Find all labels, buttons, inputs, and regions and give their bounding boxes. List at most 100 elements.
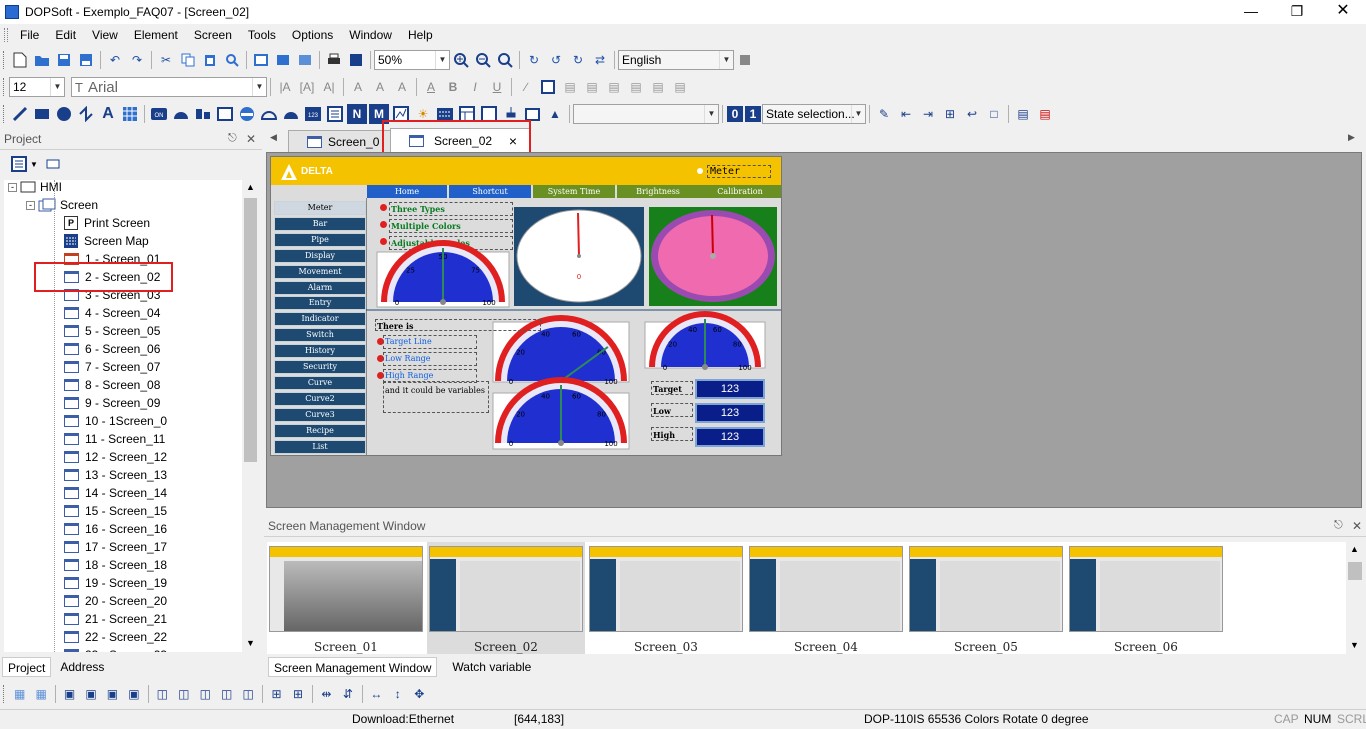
tree-node-screen-item[interactable]: 5 - Screen_05 — [64, 322, 160, 340]
tab-address[interactable]: Address — [55, 657, 109, 677]
undo-icon[interactable]: ↶ — [105, 50, 125, 70]
tree-node-screen-item[interactable]: 17 - Screen_17 — [64, 538, 167, 556]
paste-icon[interactable] — [200, 50, 220, 70]
rotate-icon[interactable]: ↻ — [524, 50, 544, 70]
bar-tool-icon[interactable] — [193, 104, 213, 124]
close-button[interactable]: ✕ — [1320, 0, 1366, 24]
rectangle-tool-icon[interactable] — [32, 104, 52, 124]
align-left-icon[interactable]: ▤ — [560, 77, 580, 97]
space-vertical-icon[interactable]: ⇵ — [338, 684, 357, 704]
menu-view[interactable]: View — [84, 25, 126, 45]
menu-tools[interactable]: Tools — [240, 25, 284, 45]
about-icon[interactable] — [346, 50, 366, 70]
group-icon[interactable]: ▦ — [10, 684, 29, 704]
state-0-button[interactable]: 0 — [727, 106, 743, 122]
graph-tool-icon[interactable] — [259, 104, 279, 124]
align-right-icon[interactable]: ◫ — [196, 684, 215, 704]
stop-transfer-icon[interactable]: ▤ — [1035, 104, 1055, 124]
tree-node-screen[interactable]: - Screen — [26, 196, 98, 214]
text-bottom-icon[interactable]: A — [392, 77, 412, 97]
screen-thumbnail[interactable]: Screen_03 — [587, 542, 745, 654]
text-middle-icon[interactable]: A — [370, 77, 390, 97]
bold-icon[interactable]: B — [443, 77, 463, 97]
tree-node-screen-map[interactable]: Screen Map — [64, 232, 149, 250]
screen-thumbnail[interactable]: Screen_01 — [267, 542, 425, 654]
find-icon[interactable] — [222, 50, 242, 70]
tree-node-screen-item[interactable]: 22 - Screen_22 — [64, 628, 167, 646]
tree-node-screen-item[interactable]: 23 - Screen_23 — [64, 646, 167, 652]
same-height-icon[interactable]: ↕ — [388, 684, 407, 704]
zoom-select[interactable]: 50% ▼ — [374, 50, 450, 70]
pin-icon[interactable]: ⎋ — [228, 132, 237, 145]
align-bottom-icon[interactable]: ▤ — [670, 77, 690, 97]
state-1-button[interactable]: 1 — [745, 106, 761, 122]
scroll-up-icon[interactable]: ▲ — [1350, 544, 1359, 554]
align-right-icon[interactable]: ▤ — [604, 77, 624, 97]
font-color-icon[interactable]: A — [421, 77, 441, 97]
tree-node-screen-item[interactable]: 18 - Screen_18 — [64, 556, 167, 574]
tree-node-print-screen[interactable]: P Print Screen — [64, 214, 150, 232]
cut-icon[interactable]: ✂ — [156, 50, 176, 70]
menu-element[interactable]: Element — [126, 25, 186, 45]
state-select[interactable]: State selection... ▼ — [762, 104, 866, 124]
scroll-up-icon[interactable]: ▲ — [246, 182, 255, 192]
font-name-select[interactable]: T Arial ▼ — [71, 77, 267, 97]
zoom-fit-icon[interactable] — [495, 50, 515, 70]
tree-node-screen-item[interactable]: 14 - Screen_14 — [64, 484, 167, 502]
scroll-thumb[interactable] — [1348, 562, 1362, 580]
screen-properties-icon[interactable] — [251, 50, 271, 70]
language-settings-icon[interactable] — [735, 50, 755, 70]
zoom-out-icon[interactable] — [473, 50, 493, 70]
align-vcenter-icon[interactable]: ◫ — [238, 684, 257, 704]
table-tool-icon[interactable] — [120, 104, 140, 124]
low-value-display[interactable]: 123 — [695, 403, 765, 423]
compile-icon[interactable] — [273, 50, 293, 70]
back-icon[interactable]: ↩ — [962, 104, 982, 124]
gauge-tool-icon[interactable] — [281, 104, 301, 124]
transfer-icon[interactable]: ▤ — [1013, 104, 1033, 124]
minimize-button[interactable]: — — [1228, 0, 1274, 24]
menu-options[interactable]: Options — [284, 25, 341, 45]
zoom-in-icon[interactable] — [451, 50, 471, 70]
project-tree-scrollbar[interactable]: ▲ ▼ — [242, 180, 259, 652]
pipe-tool-icon[interactable] — [215, 104, 235, 124]
screen-thumbnail[interactable]: Screen_04 — [747, 542, 905, 654]
space-horizontal-icon[interactable]: ⇹ — [317, 684, 336, 704]
collapse-icon[interactable]: - — [8, 182, 17, 192]
font-size-select[interactable]: 12 ▼ — [9, 77, 65, 97]
align-left-icon[interactable]: ◫ — [153, 684, 172, 704]
align-center-icon[interactable]: ▤ — [582, 77, 602, 97]
fill-color-icon[interactable] — [538, 77, 558, 97]
download-icon[interactable] — [295, 50, 315, 70]
italic-icon[interactable]: I — [465, 77, 485, 97]
tree-node-screen-item[interactable]: 11 - Screen_11 — [64, 430, 165, 448]
project-view-icon[interactable] — [43, 154, 63, 174]
tab-scroll-right-icon[interactable]: ▶ — [1348, 132, 1355, 143]
chevron-down-icon[interactable]: ▼ — [30, 160, 38, 169]
element-select[interactable]: ▼ — [573, 104, 719, 124]
flip-icon[interactable]: ⇄ — [590, 50, 610, 70]
maximize-button[interactable]: ❐ — [1274, 0, 1320, 24]
align-middle-icon[interactable]: ▤ — [648, 77, 668, 97]
polyline-tool-icon[interactable] — [76, 104, 96, 124]
open-folder-icon[interactable] — [32, 50, 52, 70]
print-icon[interactable] — [324, 50, 344, 70]
close-icon[interactable]: ✕ — [1352, 519, 1362, 533]
updown-tool-icon[interactable]: ▲ — [545, 104, 565, 124]
tree-node-screen-item[interactable]: 4 - Screen_04 — [64, 304, 160, 322]
align-top-icon[interactable]: ▤ — [626, 77, 646, 97]
tree-node-screen-item[interactable]: 8 - Screen_08 — [64, 376, 160, 394]
message-display-icon[interactable] — [325, 104, 345, 124]
save-icon[interactable] — [54, 50, 74, 70]
project-properties-icon[interactable] — [9, 154, 29, 174]
screen-thumbnail[interactable]: Screen_06 — [1067, 542, 1225, 654]
ungroup-icon[interactable]: ▦ — [31, 684, 50, 704]
send-back-icon[interactable]: ▣ — [81, 684, 100, 704]
grid-icon[interactable]: ⊞ — [940, 104, 960, 124]
tree-node-screen-item[interactable]: 21 - Screen_21 — [64, 610, 167, 628]
tree-node-screen-item[interactable]: 16 - Screen_16 — [64, 520, 167, 538]
menu-window[interactable]: Window — [341, 25, 400, 45]
input-tool-icon[interactable]: N — [347, 104, 367, 124]
rotate-left-icon[interactable]: ↺ — [546, 50, 566, 70]
screen-mgmt-scrollbar[interactable]: ▲ ▼ — [1346, 542, 1364, 654]
